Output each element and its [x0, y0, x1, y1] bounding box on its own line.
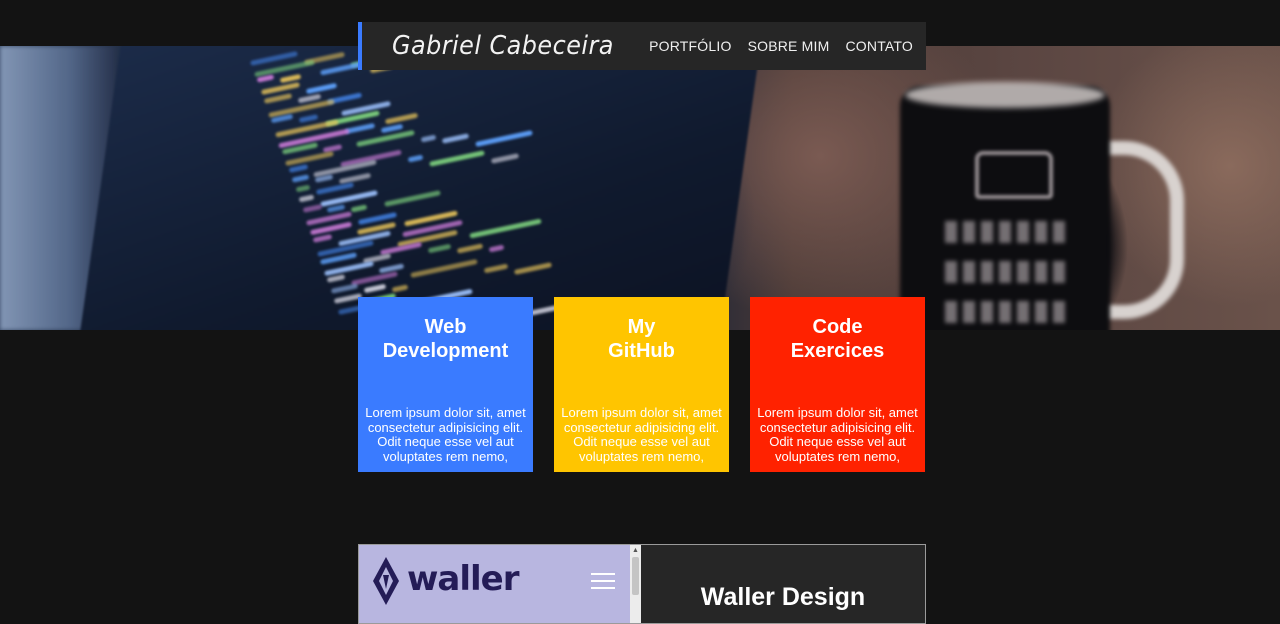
project-item[interactable]: waller ▲ Waller Design — [358, 544, 926, 624]
waller-logo-text: waller — [407, 559, 519, 599]
hero-mug-handle — [1100, 141, 1184, 319]
card-code-exercises[interactable]: Code Exercices Lorem ipsum dolor sit, am… — [750, 297, 925, 472]
hero-background-image — [0, 46, 1280, 330]
card-web-development[interactable]: Web Development Lorem ipsum dolor sit, a… — [358, 297, 533, 472]
scrollbar-thumb[interactable] — [632, 557, 639, 595]
card-description: Lorem ipsum dolor sit, amet consectetur … — [365, 405, 526, 464]
hero-laptop-screen — [76, 46, 764, 330]
service-cards: Web Development Lorem ipsum dolor sit, a… — [358, 297, 926, 472]
site-header: Gabriel Cabeceira PORTFÓLIO SOBRE MIM CO… — [358, 22, 926, 70]
card-github[interactable]: My GitHub Lorem ipsum dolor sit, amet co… — [554, 297, 729, 472]
hero-mug-crown — [975, 151, 1053, 199]
hamburger-menu-icon[interactable] — [591, 573, 615, 591]
preview-scrollbar[interactable]: ▲ — [630, 545, 641, 623]
hero-mug-rim — [905, 82, 1105, 108]
hero-mug-text — [945, 221, 1065, 243]
main-nav: PORTFÓLIO SOBRE MIM CONTATO — [649, 38, 913, 54]
project-preview: waller ▲ — [359, 545, 641, 623]
hero-mug-text — [945, 301, 1065, 323]
site-brand[interactable]: Gabriel Cabeceira — [392, 31, 614, 61]
nav-link-contact[interactable]: CONTATO — [845, 38, 913, 54]
nav-link-portfolio[interactable]: PORTFÓLIO — [649, 38, 731, 54]
hero-mug — [900, 86, 1110, 330]
card-description: Lorem ipsum dolor sit, amet consectetur … — [561, 405, 722, 464]
card-title: Web Development — [382, 316, 509, 362]
card-description: Lorem ipsum dolor sit, amet consectetur … — [757, 405, 918, 464]
card-title: Code Exercices — [790, 316, 885, 362]
nav-link-about[interactable]: SOBRE MIM — [748, 38, 830, 54]
scroll-up-arrow-icon[interactable]: ▲ — [632, 547, 639, 554]
card-title: My GitHub — [608, 316, 675, 362]
waller-logo-icon — [373, 557, 399, 605]
hero-mug-text — [945, 261, 1065, 283]
project-title: Waller Design — [700, 583, 866, 611]
